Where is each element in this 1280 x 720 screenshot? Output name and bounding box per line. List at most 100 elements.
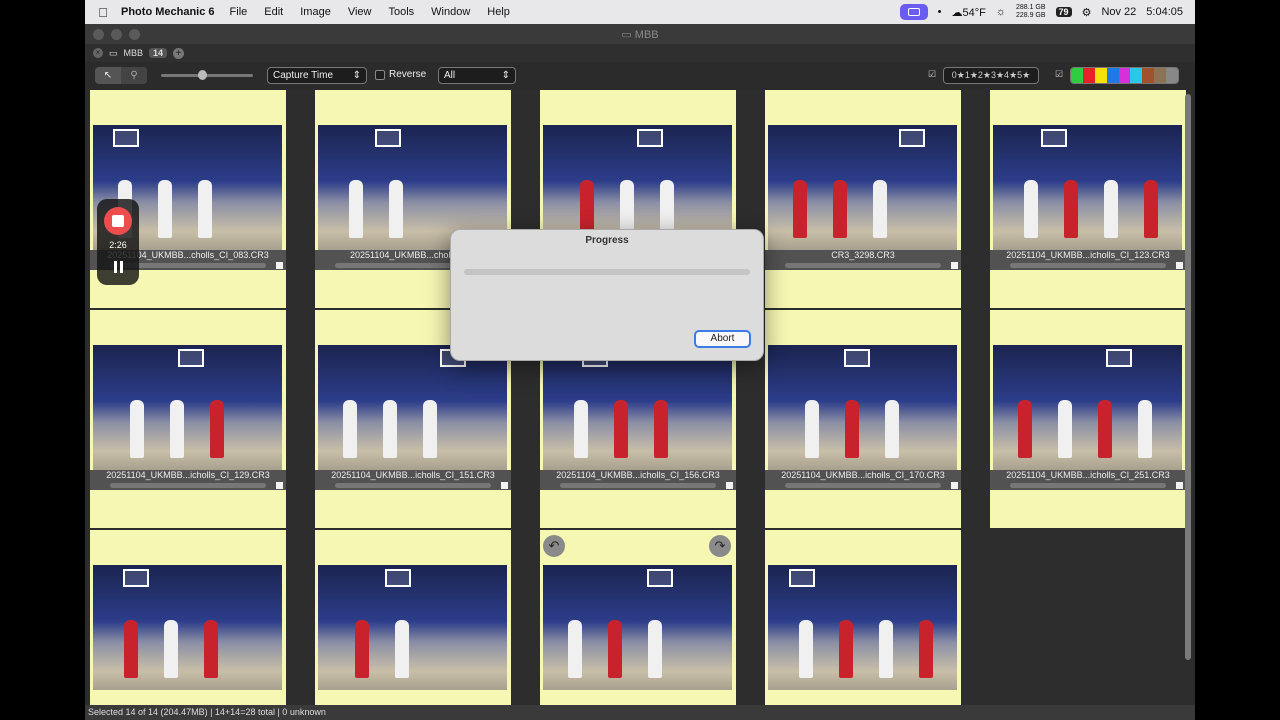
- tab-label[interactable]: MBB: [124, 48, 144, 58]
- new-tab-button[interactable]: +: [173, 47, 185, 59]
- thumbnail-cell[interactable]: CR3_3298.CR3: [765, 90, 961, 308]
- stop-recording-button[interactable]: [104, 207, 132, 235]
- color-swatch[interactable]: [1130, 68, 1143, 83]
- thumbnail-caption[interactable]: 20251104_UKMBB...icholls_CI_129.CR3: [90, 470, 286, 481]
- thumbnail-image[interactable]: [543, 565, 732, 690]
- rating-dots[interactable]: [335, 483, 491, 488]
- tag-checkbox[interactable]: [951, 262, 958, 269]
- thumbnail-cell[interactable]: [315, 530, 511, 710]
- storage-status[interactable]: 288.1 GB 228.9 GB: [1016, 4, 1046, 20]
- color-swatch[interactable]: [1142, 68, 1155, 83]
- color-swatch[interactable]: [1071, 68, 1083, 83]
- rating-dots[interactable]: [1010, 483, 1166, 488]
- weather-status[interactable]: ☁54°F: [952, 6, 986, 19]
- thumbnail-caption[interactable]: CR3_3298.CR3: [765, 250, 961, 261]
- color-class-filter[interactable]: [1070, 67, 1179, 84]
- thumbnail-cell[interactable]: 20251104_UKMBB...icholls_CI_123.CR3: [990, 90, 1186, 308]
- star-filter-checkbox[interactable]: ☑: [928, 69, 936, 86]
- thumbnail-cell[interactable]: [765, 530, 961, 710]
- zoom-tool-icon[interactable]: ⚲: [121, 67, 147, 84]
- thumbnail-caption[interactable]: 20251104_UKMBB...icholls_CI_170.CR3: [765, 470, 961, 481]
- color-swatch[interactable]: [1106, 68, 1119, 83]
- rating-dots[interactable]: [1010, 263, 1166, 268]
- abort-button[interactable]: Abort: [694, 330, 751, 348]
- rating-dots[interactable]: [785, 263, 941, 268]
- thumbnail-image[interactable]: [993, 125, 1182, 250]
- player-shape: [164, 620, 178, 678]
- thumbnail-cell[interactable]: 20251104_UKMBB...icholls_CI_251.CR3: [990, 310, 1186, 528]
- thumbnail-image[interactable]: [543, 345, 732, 470]
- thumbnail-caption[interactable]: 20251104_UKMBB...icholls_CI_123.CR3: [990, 250, 1186, 261]
- menu-tools[interactable]: Tools: [388, 6, 414, 18]
- thumbnail-image[interactable]: [93, 565, 282, 690]
- sort-select[interactable]: Capture Time ⇕: [267, 67, 367, 84]
- close-tab-icon[interactable]: ×: [93, 48, 103, 58]
- thumbnail-image[interactable]: [318, 565, 507, 690]
- tag-checkbox[interactable]: [501, 482, 508, 489]
- tag-checkbox[interactable]: [276, 482, 283, 489]
- thumbnail-cell[interactable]: [90, 530, 286, 710]
- thumbnail-cell[interactable]: 20251104_UKMBB...icholls_CI_170.CR3: [765, 310, 961, 528]
- rotate-right-button[interactable]: ↷: [709, 535, 731, 557]
- reverse-toggle[interactable]: Reverse: [375, 69, 426, 80]
- thumbnail-image[interactable]: [768, 125, 957, 250]
- menu-view[interactable]: View: [348, 6, 372, 18]
- color-swatch[interactable]: [1118, 68, 1131, 83]
- menu-window[interactable]: Window: [431, 6, 470, 18]
- thumbnail-cell[interactable]: ↶ ↷: [540, 530, 736, 710]
- slider-knob[interactable]: [198, 70, 207, 80]
- filter-value: All: [444, 70, 456, 81]
- tag-checkbox[interactable]: [726, 482, 733, 489]
- thumbnail-size-slider[interactable]: [161, 70, 253, 80]
- tab-count-badge: 14: [149, 48, 168, 58]
- player-shape: [1058, 400, 1072, 458]
- app-menu[interactable]: Photo Mechanic 6: [121, 6, 215, 18]
- thumbnail-caption[interactable]: 20251104_UKMBB...icholls_CI_151.CR3: [315, 470, 511, 481]
- thumbnail-caption[interactable]: 20251104_UKMBB...icholls_CI_156.CR3: [540, 470, 736, 481]
- scrollbar-thumb[interactable]: [1185, 94, 1191, 660]
- weather-temp: 54°F: [962, 6, 986, 19]
- reverse-checkbox[interactable]: [375, 69, 385, 80]
- menu-image[interactable]: Image: [300, 6, 331, 18]
- color-filter-checkbox[interactable]: ☑: [1055, 69, 1063, 86]
- filter-select[interactable]: All ⇕: [438, 67, 516, 84]
- hoop-shape: [123, 569, 149, 587]
- color-swatch[interactable]: [1154, 68, 1167, 83]
- menu-help[interactable]: Help: [487, 6, 510, 18]
- chevron-updown-icon: ⇕: [501, 70, 510, 81]
- brightness-icon[interactable]: ☼: [996, 6, 1006, 18]
- player-shape: [1144, 180, 1158, 238]
- thumbnail-image[interactable]: [768, 565, 957, 690]
- menubar-clock[interactable]: 5:04:05: [1146, 6, 1183, 18]
- tag-checkbox[interactable]: [951, 482, 958, 489]
- color-swatch[interactable]: [1094, 68, 1107, 83]
- menu-file[interactable]: File: [230, 6, 248, 18]
- thumbnail-cell[interactable]: 20251104_UKMBB...icholls_CI_129.CR3: [90, 310, 286, 528]
- rotate-left-button[interactable]: ↶: [543, 535, 565, 557]
- thumbnail-image[interactable]: [993, 345, 1182, 470]
- menu-edit[interactable]: Edit: [264, 6, 283, 18]
- thumbnail-image[interactable]: [318, 345, 507, 470]
- thumbnail-image[interactable]: [768, 345, 957, 470]
- apple-menu-icon[interactable]: : [85, 5, 121, 20]
- player-shape: [654, 400, 668, 458]
- battery-status[interactable]: 79: [1055, 7, 1072, 17]
- color-swatch[interactable]: [1082, 68, 1095, 83]
- thumbnail-caption[interactable]: 20251104_UKMBB...icholls_CI_251.CR3: [990, 470, 1186, 481]
- control-center-icon[interactable]: ⚙: [1082, 6, 1092, 19]
- star-filter[interactable]: 0★1★2★3★4★5★: [943, 67, 1039, 84]
- tag-checkbox[interactable]: [276, 262, 283, 269]
- rating-dots[interactable]: [785, 483, 941, 488]
- tag-checkbox[interactable]: [1176, 482, 1183, 489]
- thumbnail-image[interactable]: [93, 345, 282, 470]
- rating-dots[interactable]: [560, 483, 716, 488]
- screen-recording-icon[interactable]: [899, 4, 928, 20]
- vertical-scrollbar[interactable]: [1184, 90, 1192, 688]
- arrow-tool-icon[interactable]: ↖: [95, 67, 121, 84]
- pause-recording-button[interactable]: [112, 261, 124, 275]
- menubar-date[interactable]: Nov 22: [1101, 6, 1136, 18]
- tag-checkbox[interactable]: [1176, 262, 1183, 269]
- rating-dots[interactable]: [110, 483, 266, 488]
- color-swatch[interactable]: [1166, 68, 1178, 83]
- recording-widget: 2:26: [97, 199, 139, 285]
